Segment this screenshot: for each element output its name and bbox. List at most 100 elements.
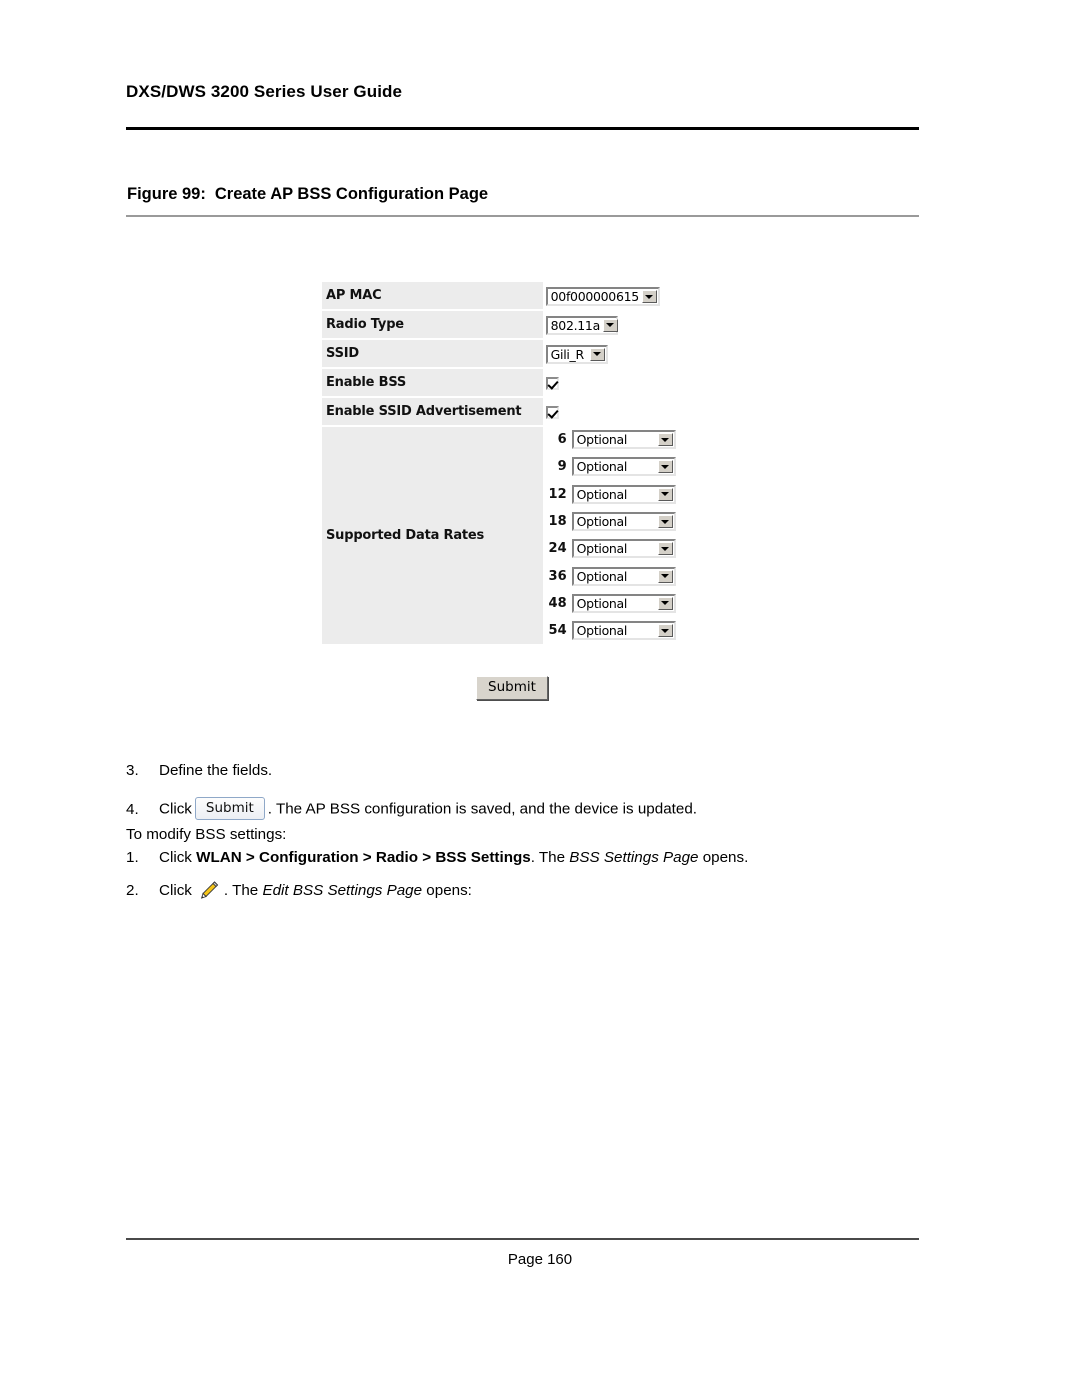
table-row-ap-mac: AP MAC 00f000000615 <box>322 282 687 311</box>
table-row-radio-type: Radio Type 802.11a <box>322 310 687 340</box>
rate-row-18: 18 Optional <box>543 508 687 535</box>
ap-bss-configuration-form: AP MAC 00f000000615 Radio Type 802.11a S… <box>322 282 687 645</box>
rate-18-select-value: Optional <box>576 514 628 530</box>
rate-6-select[interactable]: Optional <box>571 430 676 450</box>
chevron-down-icon[interactable] <box>657 624 673 638</box>
rate-number-48: 48 <box>548 595 567 611</box>
rate-54-select[interactable]: Optional <box>571 621 676 641</box>
ap-mac-select[interactable]: 00f000000615 <box>545 287 660 306</box>
rate-9-select[interactable]: Optional <box>571 457 676 477</box>
m2-end: opens: <box>426 882 472 900</box>
rate-54-select-value: Optional <box>576 623 628 639</box>
chevron-down-icon[interactable] <box>657 542 673 556</box>
rate-48-select-value: Optional <box>576 595 628 611</box>
chevron-down-icon[interactable] <box>657 569 673 583</box>
step-3-number: 3. <box>126 762 139 779</box>
modify-step-2-number: 2. <box>126 882 139 900</box>
rate-number-24: 24 <box>548 541 567 557</box>
bss-settings-page-ref: BSS Settings Page <box>569 849 699 866</box>
rate-number-18: 18 <box>548 514 567 530</box>
edit-bss-settings-page-ref: Edit BSS Settings Page <box>262 882 423 900</box>
label-ssid: SSID <box>322 339 543 369</box>
rate-row-54: 54 Optional <box>543 617 687 644</box>
enable-bss-checkbox[interactable] <box>545 377 559 390</box>
rate-12-select[interactable]: Optional <box>571 484 676 504</box>
enable-ssid-advertisement-checkbox[interactable] <box>545 406 559 419</box>
navigation-path: WLAN > Configuration > Radio > BSS Setti… <box>196 849 531 866</box>
m2-mid: . The <box>223 882 259 900</box>
m1-click-word: Click <box>159 849 192 866</box>
document-header-title: DXS/DWS 3200 Series User Guide <box>126 82 403 101</box>
figure-caption-rule <box>126 215 919 217</box>
rate-row-9: 9 Optional <box>543 453 687 480</box>
document-page: DXS/DWS 3200 Series User Guide Figure 99… <box>0 0 1080 1397</box>
radio-type-select[interactable]: 802.11a <box>545 315 618 335</box>
rate-number-12: 12 <box>548 486 567 502</box>
chevron-down-icon[interactable] <box>657 433 673 447</box>
chevron-down-icon[interactable] <box>602 318 618 332</box>
chevron-down-icon[interactable] <box>641 290 657 303</box>
rate-row-12: 12 Optional <box>543 481 687 508</box>
value-enable-bss <box>542 368 687 397</box>
chevron-down-icon[interactable] <box>657 515 673 529</box>
chevron-down-icon[interactable] <box>589 347 605 361</box>
rate-number-9: 9 <box>557 459 567 475</box>
step-4-text: Click Submit. The AP BSS configuration is… <box>159 797 697 821</box>
label-ap-mac: AP MAC <box>322 282 543 311</box>
rate-row-36: 36 Optional <box>543 562 687 589</box>
modify-intro-text: To modify BSS settings: <box>126 826 287 843</box>
step-4-number: 4. <box>126 800 139 818</box>
inline-submit-button[interactable]: Submit <box>194 797 265 820</box>
form-table: AP MAC 00f000000615 Radio Type 802.11a S… <box>322 282 687 645</box>
table-row-ssid: SSID Gili_R <box>322 339 687 369</box>
chevron-down-icon[interactable] <box>657 596 673 610</box>
label-enable-bss: Enable BSS <box>322 368 543 398</box>
supported-data-rates-list: 6 Optional 9 Optional 12 Optional 18 Opt… <box>542 426 687 645</box>
rate-number-54: 54 <box>548 623 567 639</box>
label-enable-ssid-advertisement: Enable SSID Advertisement <box>322 397 543 427</box>
rate-36-select[interactable]: Optional <box>571 566 676 586</box>
step-3: 3. Define the fields. <box>126 762 272 779</box>
rate-18-select[interactable]: Optional <box>571 512 676 532</box>
rate-36-select-value: Optional <box>576 568 628 584</box>
modify-step-2: 2. Click . The Edit BSS Settings Page op… <box>126 881 472 900</box>
value-ssid: Gili_R <box>542 339 687 368</box>
rate-24-select-value: Optional <box>576 541 628 557</box>
rate-48-select[interactable]: Optional <box>571 593 676 613</box>
value-radio-type: 802.11a <box>542 310 687 339</box>
header-rule <box>126 127 919 130</box>
footer-rule <box>126 1238 919 1240</box>
figure-title: Create AP BSS Configuration Page <box>214 185 489 203</box>
rate-24-select[interactable]: Optional <box>571 539 676 559</box>
m1-end: opens. <box>702 849 749 866</box>
submit-button[interactable]: Submit <box>476 676 548 700</box>
value-ap-mac: 00f000000615 <box>542 282 687 310</box>
table-row-enable-ssid-advertisement: Enable SSID Advertisement <box>322 397 687 427</box>
chevron-down-icon[interactable] <box>657 460 673 474</box>
chevron-down-icon[interactable] <box>657 487 673 501</box>
form-submit-button-wrap: Submit <box>476 676 548 700</box>
rate-number-6: 6 <box>557 432 567 448</box>
rate-12-select-value: Optional <box>576 486 628 502</box>
modify-step-2-text: Click . The Edit BSS Settings Page opens… <box>159 881 472 900</box>
pencil-icon[interactable] <box>199 881 219 899</box>
ssid-select[interactable]: Gili_R <box>545 344 608 364</box>
step-4: 4. Click Submit. The AP BSS configuration… <box>126 797 697 821</box>
table-row-supported-data-rates: Supported Data Rates 6 Optional 9 Option… <box>322 426 687 645</box>
rate-row-48: 48 Optional <box>543 590 687 617</box>
ap-mac-select-value: 00f000000615 <box>550 289 640 304</box>
step-3-text: Define the fields. <box>159 762 273 779</box>
m2-click-word: Click <box>159 882 192 900</box>
rate-number-36: 36 <box>548 568 567 584</box>
rate-9-select-value: Optional <box>576 459 628 475</box>
figure-number: Figure 99: <box>127 185 206 203</box>
rate-6-select-value: Optional <box>576 432 628 448</box>
step-4-rest: . The AP BSS configuration is saved, and… <box>267 800 697 818</box>
table-row-enable-bss: Enable BSS <box>322 368 687 398</box>
label-supported-data-rates: Supported Data Rates <box>322 426 543 645</box>
rate-row-6: 6 Optional <box>543 426 687 453</box>
value-enable-ssid-advertisement <box>542 397 687 426</box>
m1-mid: . The <box>530 849 566 866</box>
figure-caption: Figure 99: Create AP BSS Configuration Pa… <box>127 185 488 204</box>
modify-step-1-number: 1. <box>126 849 139 866</box>
